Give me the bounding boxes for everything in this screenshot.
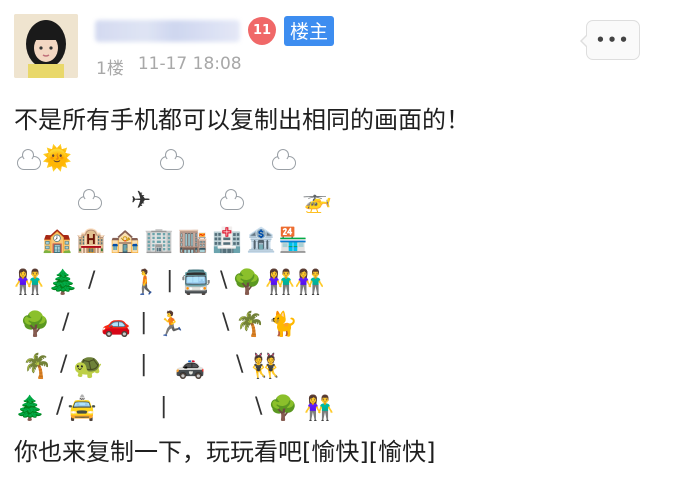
more-options-button[interactable]: ••• (580, 20, 640, 60)
cloud-icon (78, 189, 102, 210)
school-icon: 🏫 (42, 226, 72, 254)
level-badge: 11 (248, 17, 276, 45)
couple-icon: 👫 (14, 268, 44, 296)
evergreen-tree-icon: 🌲 (48, 268, 78, 296)
level-value: 11 (252, 23, 272, 38)
backslash-text: \ (220, 268, 228, 293)
deciduous-tree-icon: 🌳 (232, 268, 262, 296)
owner-badge: 楼主 (284, 16, 335, 46)
sun-icon: 🌞 (42, 144, 72, 172)
cloud-icon (220, 189, 244, 210)
slash-text: / (62, 310, 70, 335)
couple-icon: 👫 (304, 394, 334, 422)
palm-tree-icon: 🌴 (22, 352, 52, 380)
post-text-line-1: 不是所有手机都可以复制出相同的画面的！ (14, 106, 470, 134)
bus-icon: 🚍 (181, 268, 211, 296)
cloud-icon (17, 149, 41, 170)
convenience-store-icon: 🏪 (278, 226, 308, 254)
emoji-row-6: 🌴 / 🐢 | 🚓 \ 👯 (0, 350, 673, 386)
bar-text: | (140, 352, 148, 377)
cloud-icon (160, 149, 184, 170)
slash-text: / (88, 268, 96, 293)
post-text-line-final: 你也来复制一下，玩玩看吧[愉快][愉快] (14, 438, 436, 466)
slash-text: / (56, 394, 64, 419)
post-meta: 1楼 11-17 18:08 (96, 54, 242, 79)
post-office-icon: 🏤 (110, 226, 140, 254)
evergreen-tree-icon: 🌲 (15, 394, 45, 422)
hospital-icon: 🏥 (212, 226, 242, 254)
backslash-text: \ (255, 394, 263, 419)
car-icon: 🚗 (101, 310, 131, 338)
more-dots-icon: ••• (595, 31, 631, 49)
emoji-row-5: 🌳 / 🚗 | 🏃 \ 🌴 🐈 (0, 308, 673, 344)
cat-icon: 🐈 (268, 310, 298, 338)
forum-post: 11 楼主 1楼 11-17 18:08 ••• 不是所有手机都可以复制出相同的… (0, 0, 673, 486)
bar-text: | (166, 268, 174, 293)
emoji-row-3: 🏫 🏨 🏤 🏢 🏬 🏥 🏦 🏪 (0, 224, 673, 260)
username[interactable] (95, 20, 240, 42)
post-header: 11 楼主 (95, 14, 335, 48)
airplane-icon: ✈ (131, 186, 152, 214)
bunny-icon: 👯 (250, 352, 280, 380)
slash-text: / (60, 352, 68, 377)
office-building-icon: 🏢 (144, 226, 174, 254)
department-store-icon: 🏬 (178, 226, 208, 254)
bar-text: | (160, 394, 168, 419)
emoji-row-2: ✈ 🚁 (0, 184, 673, 220)
turtle-icon: 🐢 (73, 352, 103, 380)
deciduous-tree-icon: 🌳 (20, 310, 50, 338)
post-timestamp: 11-17 18:08 (137, 54, 242, 74)
runner-icon: 🏃 (156, 310, 186, 338)
police-car-icon: 🚓 (175, 352, 205, 380)
floor-number: 1楼 (96, 59, 124, 79)
bank-icon: 🏦 (246, 226, 276, 254)
bar-text: | (140, 310, 148, 335)
palm-tree-icon: 🌴 (235, 310, 265, 338)
cloud-icon (272, 149, 296, 170)
pedestrian-icon: 🚶 (131, 268, 161, 296)
emoji-row-4: 👫 🌲 / 🚶 | 🚍 \ 🌳 👫👫 (0, 266, 673, 302)
avatar[interactable] (14, 14, 78, 78)
hotel-icon: 🏨 (76, 226, 106, 254)
emoji-row-7: 🌲 / 🚖 | \ 🌳 👫 (0, 392, 673, 428)
deciduous-tree-icon: 🌳 (268, 394, 298, 422)
couples-icon: 👫👫 (265, 268, 325, 296)
backslash-text: \ (236, 352, 244, 377)
taxi-icon: 🚖 (67, 394, 97, 422)
backslash-text: \ (222, 310, 230, 335)
emoji-row-1: 🌞 (0, 142, 673, 178)
helicopter-icon: 🚁 (302, 186, 332, 214)
